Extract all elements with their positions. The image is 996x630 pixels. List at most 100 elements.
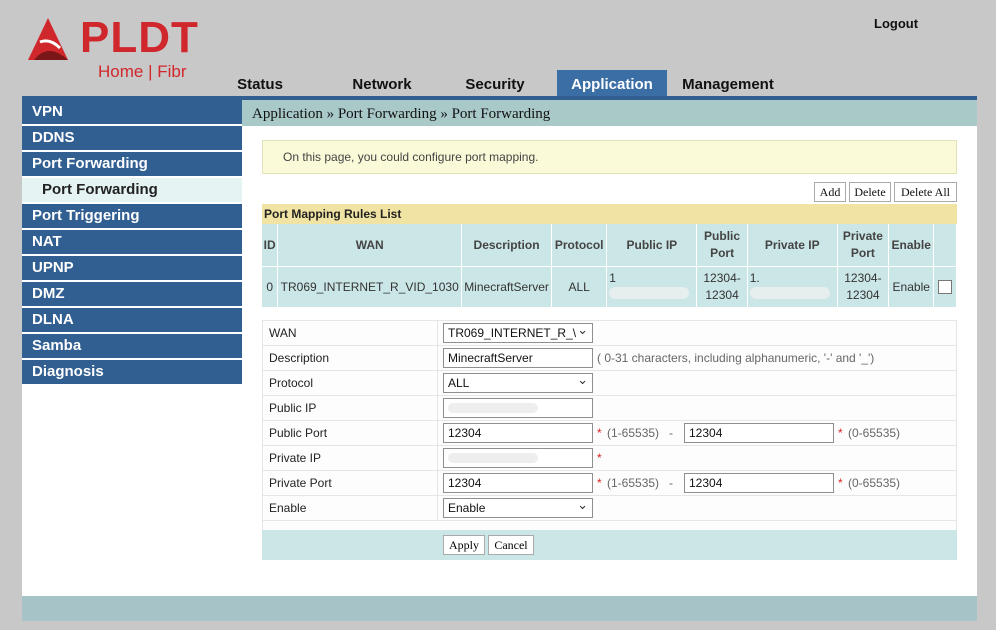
col-select [933,224,957,267]
private-ip-prefix: 1. [749,271,760,285]
public-port-label: Public Port [263,421,438,445]
col-private-ip: Private IP [747,224,838,267]
col-enable: Enable [888,224,935,267]
info-message: On this page, you could configure port m… [262,140,957,174]
brand-tagline: Home | Fibr [98,62,187,81]
private-port-range-end: (0-65535) [848,476,901,490]
required-star: * [597,451,602,465]
cell-public-ip: 1 [606,266,698,307]
row-select-checkbox[interactable] [938,280,953,295]
cell-enable: Enable [888,266,935,307]
required-star: * [838,476,843,490]
wan-select[interactable]: TR069_INTERNET_R_\ [443,323,593,343]
range-dash: - [669,476,673,490]
required-star: * [838,426,843,440]
public-port-range-start: (1-65535) [607,426,660,440]
sidebar: VPN DDNS Port Forwarding Port Forwarding… [22,100,242,386]
private-port-range-start: (1-65535) [607,476,660,490]
description-hint: ( 0-31 characters, including alphanumeri… [597,351,875,365]
apply-button[interactable]: Apply [443,535,485,555]
required-star: * [597,426,602,440]
redacted-ip [448,453,538,463]
cell-wan: TR069_INTERNET_R_VID_1030 [277,266,463,307]
col-description: Description [461,224,553,267]
rules-table: ID WAN Description Protocol Public IP Pu… [262,224,957,307]
delete-button[interactable]: Delete [849,182,891,202]
cell-select [933,266,957,307]
sidebar-item-port-forwarding[interactable]: Port Forwarding [22,152,242,176]
cell-private-ip: 1. [747,266,838,307]
cell-description: MinecraftServer [461,266,553,307]
tab-application[interactable]: Application [557,70,667,96]
col-public-port: Public Port [696,224,748,267]
redacted-ip [609,287,690,299]
public-port-end-input[interactable]: 12304 [684,423,834,443]
form-row-enable: Enable Enable [263,496,956,521]
main-frame: VPN DDNS Port Forwarding Port Forwarding… [22,96,977,600]
sidebar-item-ddns[interactable]: DDNS [22,126,242,150]
col-private-port: Private Port [837,224,889,267]
description-label: Description [263,346,438,370]
redacted-ip [448,403,538,413]
enable-label: Enable [263,496,438,520]
public-ip-prefix: 1 [609,271,616,285]
enable-select[interactable]: Enable [443,498,593,518]
required-star: * [597,476,602,490]
delete-all-button[interactable]: Delete All [894,182,957,202]
cell-protocol: ALL [551,266,608,307]
breadcrumb: Application » Port Forwarding » Port For… [242,100,977,126]
sidebar-item-dmz[interactable]: DMZ [22,282,242,306]
cell-public-port: 12304-12304 [696,266,748,307]
sidebar-subitem-port-forwarding[interactable]: Port Forwarding [22,178,242,202]
pldt-logo-icon [28,18,68,60]
form-button-bar: Apply Cancel [262,530,957,560]
form-row-private-port: Private Port 12304 * (1-65535) - 12304 *… [263,471,956,496]
col-id: ID [262,224,279,267]
table-row[interactable]: 0 TR069_INTERNET_R_VID_1030 MinecraftSer… [262,266,957,307]
private-ip-label: Private IP [263,446,438,470]
public-ip-input[interactable] [443,398,593,418]
cancel-button[interactable]: Cancel [488,535,534,555]
form-row-wan: WAN TR069_INTERNET_R_\ [263,321,956,346]
sidebar-item-samba[interactable]: Samba [22,334,242,358]
public-port-start-input[interactable]: 12304 [443,423,593,443]
form-row-private-ip: Private IP * [263,446,956,471]
cell-id: 0 [262,266,279,307]
protocol-select[interactable]: ALL [443,373,593,393]
form-row-protocol: Protocol ALL [263,371,956,396]
form-row-public-ip: Public IP [263,396,956,421]
table-header-row: ID WAN Description Protocol Public IP Pu… [262,224,957,267]
col-protocol: Protocol [551,224,608,267]
sidebar-item-dlna[interactable]: DLNA [22,308,242,332]
content-area: Application » Port Forwarding » Port For… [242,100,977,600]
add-button[interactable]: Add [814,182,846,202]
private-ip-input[interactable] [443,448,593,468]
port-mapping-form: WAN TR069_INTERNET_R_\ Description Minec… [262,320,957,560]
tab-security[interactable]: Security [450,70,540,96]
sidebar-item-nat[interactable]: NAT [22,230,242,254]
rules-list-title: Port Mapping Rules List [262,204,957,224]
sidebar-item-upnp[interactable]: UPNP [22,256,242,280]
sidebar-item-port-triggering[interactable]: Port Triggering [22,204,242,228]
protocol-label: Protocol [263,371,438,395]
tab-status[interactable]: Status [222,70,298,96]
form-row-public-port: Public Port 12304 * (1-65535) - 12304 * … [263,421,956,446]
col-public-ip: Public IP [606,224,698,267]
description-input[interactable]: MinecraftServer [443,348,593,368]
footer-bar [22,596,977,621]
range-dash: - [669,426,673,440]
private-port-label: Private Port [263,471,438,495]
tab-management[interactable]: Management [674,70,782,96]
sidebar-item-diagnosis[interactable]: Diagnosis [22,360,242,384]
private-port-end-input[interactable]: 12304 [684,473,834,493]
col-wan: WAN [277,224,463,267]
sidebar-item-vpn[interactable]: VPN [22,100,242,124]
public-port-range-end: (0-65535) [848,426,901,440]
pldt-logo[interactable]: PLDT Home | Fibr [20,12,210,87]
redacted-ip [749,287,830,299]
private-port-start-input[interactable]: 12304 [443,473,593,493]
brand-name: PLDT [80,13,199,62]
tab-network[interactable]: Network [332,70,432,96]
logout-link[interactable]: Logout [874,16,918,31]
header: PLDT Home | Fibr Logout Status Network S… [0,0,996,96]
